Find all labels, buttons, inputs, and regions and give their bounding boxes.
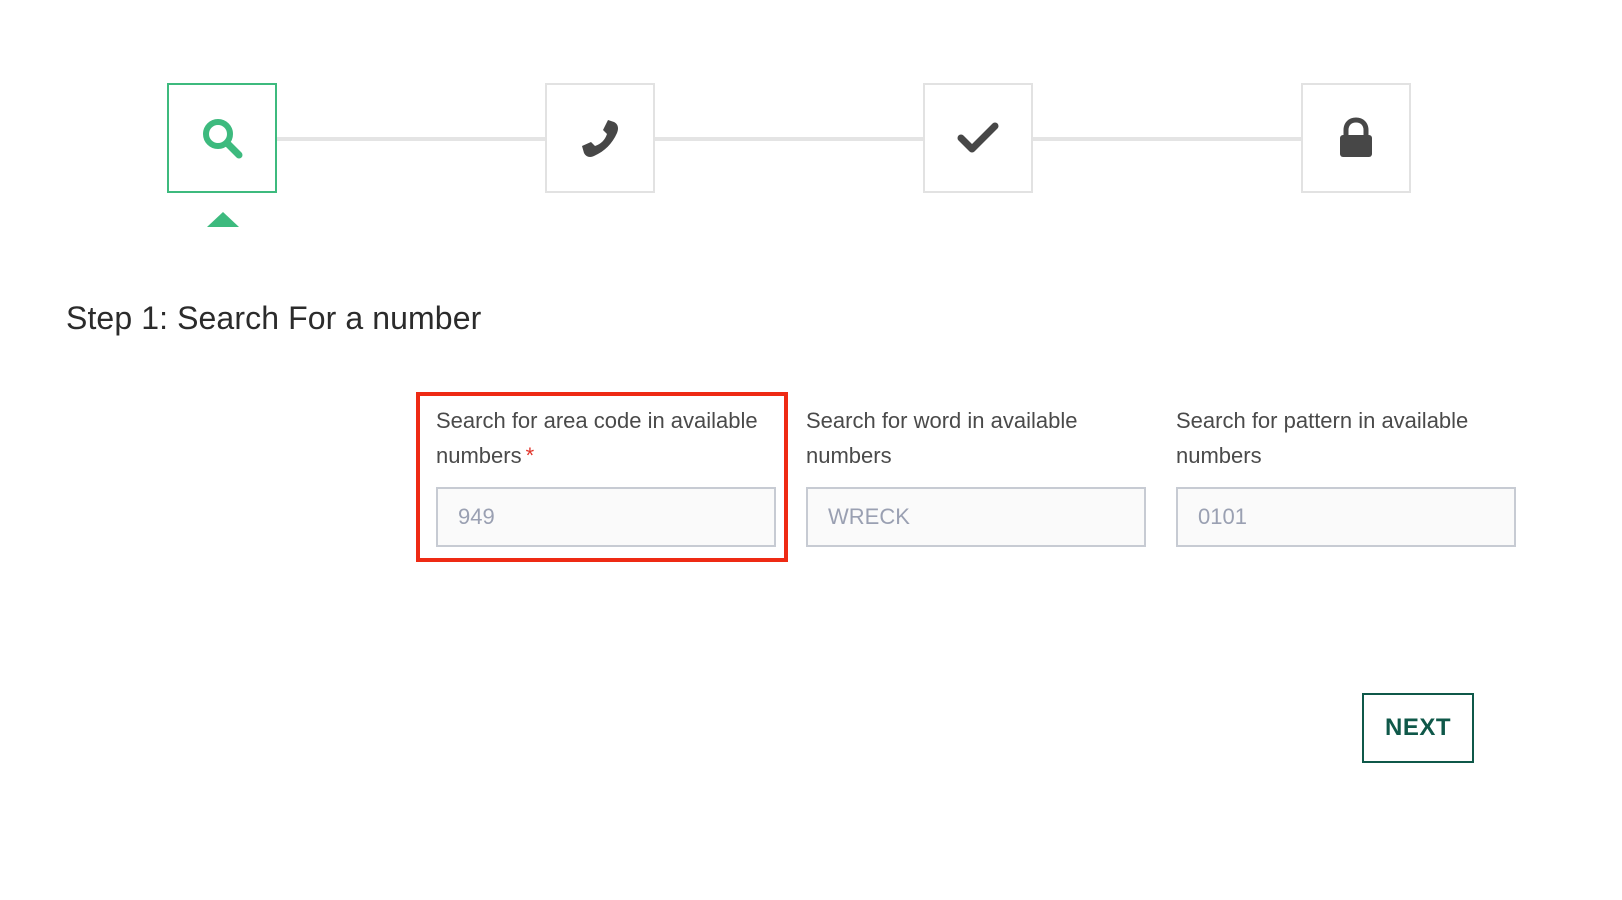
pattern-label: Search for pattern in available numbers [1176, 408, 1469, 468]
step-search[interactable] [167, 83, 277, 193]
active-step-pointer [207, 212, 239, 227]
next-button[interactable]: NEXT [1362, 693, 1474, 763]
pattern-field: Search for pattern in available numbers [1176, 403, 1516, 547]
word-input[interactable] [806, 487, 1146, 547]
search-icon [203, 119, 243, 159]
step-phone[interactable] [545, 83, 655, 193]
page: Step 1: Search For a number Search for a… [0, 0, 1622, 900]
required-marker: * [525, 443, 535, 468]
page-title: Step 1: Search For a number [66, 300, 482, 336]
progress-stepper [167, 83, 1412, 194]
check-icon [957, 122, 999, 153]
phone-icon [582, 120, 618, 157]
word-field: Search for word in available numbers [806, 403, 1146, 547]
stepper-connector [655, 137, 923, 141]
lock-icon [1340, 117, 1372, 157]
area-code-label: Search for area code in available number… [436, 403, 776, 473]
pattern-input[interactable] [1176, 487, 1516, 547]
area-code-input[interactable] [436, 487, 776, 547]
step-confirm[interactable] [923, 83, 1033, 193]
area-code-field: Search for area code in available number… [436, 403, 776, 547]
word-label: Search for word in available numbers [806, 408, 1078, 468]
stepper-connector [1033, 137, 1301, 141]
step-secure[interactable] [1301, 83, 1411, 193]
area-code-label-text: Search for area code in available number… [436, 408, 758, 468]
stepper-connector [277, 137, 545, 141]
